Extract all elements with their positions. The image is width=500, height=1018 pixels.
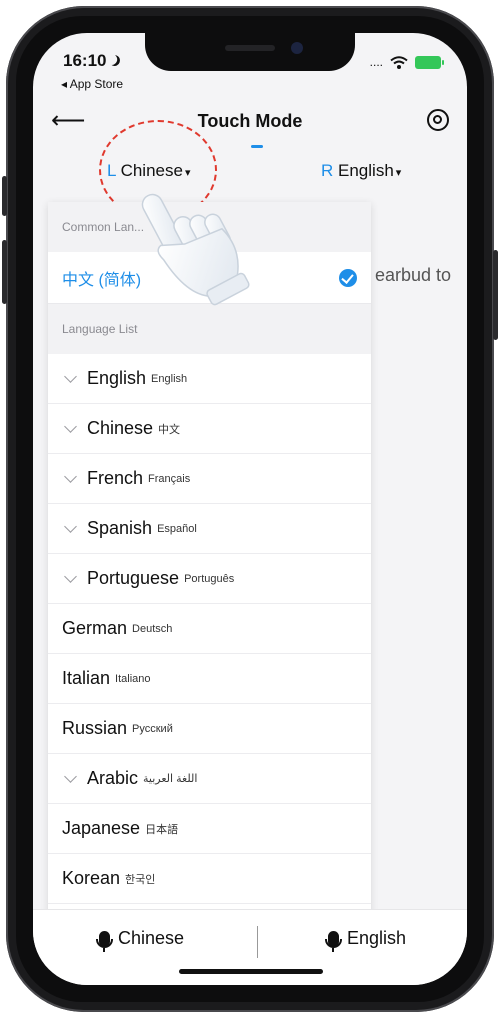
right-language-selector[interactable]: R English ▾ (321, 161, 401, 181)
language-native-name: 日本語 (145, 823, 179, 836)
language-list-item[interactable]: Russian Русский (48, 704, 371, 754)
language-name: French (87, 468, 144, 488)
language-name: Arabic (87, 768, 139, 788)
language-native-name: Français (148, 472, 191, 485)
background-instruction-text: earbud to (375, 265, 452, 285)
check-circle-icon (339, 268, 357, 287)
chevron-down-icon (64, 419, 77, 433)
language-list-item[interactable]: Japanese 日本語 (48, 804, 371, 854)
language-native-name: Italiano (115, 672, 151, 685)
language-name: Korean (62, 868, 121, 888)
screen: 16:10 ◂ App Store .... ⟵ Touch Mode L Ch… (33, 33, 467, 985)
page-indicator (251, 145, 263, 148)
language-name: German (62, 618, 128, 638)
home-indicator[interactable] (179, 969, 323, 974)
front-camera (291, 42, 303, 54)
moon-icon (108, 53, 122, 67)
language-native-name: 中文 (158, 423, 181, 436)
right-mic-button[interactable]: English (325, 928, 407, 952)
language-list-label: Language List (48, 304, 371, 354)
chevron-down-icon (64, 369, 77, 383)
language-list-item[interactable]: English English (48, 354, 371, 404)
language-list-item[interactable]: Italian Italiano (48, 654, 371, 704)
language-native-name: Español (157, 522, 197, 535)
language-native-name: اللغة العربية (143, 773, 198, 785)
side-button (2, 240, 7, 304)
microphone-icon (96, 930, 113, 952)
chevron-down-icon (64, 519, 77, 533)
microphone-icon (325, 930, 342, 952)
status-time: 16:10 (63, 51, 120, 71)
language-list-item[interactable]: French Français (48, 454, 371, 504)
language-list-item[interactable]: Arabic اللغة العربية (48, 754, 371, 804)
left-mic-button[interactable]: Chinese (96, 928, 185, 952)
notch (145, 33, 355, 71)
language-list-item[interactable]: Korean 한국인 (48, 854, 371, 904)
language-list-item[interactable]: Chinese 中文 (48, 404, 371, 454)
back-to-app-store[interactable]: ◂ App Store (61, 77, 123, 91)
language-name: Italian (62, 668, 111, 688)
pointing-hand-icon (141, 193, 250, 306)
right-language-label: English (338, 161, 394, 180)
language-name: Chinese (87, 418, 154, 438)
page-title: Touch Mode (197, 111, 303, 131)
left-mic-label: Chinese (118, 928, 185, 948)
language-dropdown[interactable]: Common Lan... 中文 (简体) Language List Engl… (48, 202, 371, 942)
right-side-letter: R (321, 161, 334, 180)
status-indicators: .... (369, 55, 444, 69)
language-native-name: 한국인 (125, 873, 156, 886)
settings-icon[interactable] (427, 109, 449, 131)
side-button (2, 176, 7, 216)
language-name: Japanese (62, 818, 141, 838)
language-list: English English Chinese 中文 French Français Spa… (48, 354, 371, 942)
language-name: English (87, 368, 147, 388)
language-native-name: Русский (132, 722, 173, 735)
wifi-icon (390, 55, 408, 69)
battery-charging-icon (415, 55, 444, 69)
chevron-down-icon (64, 569, 77, 583)
language-name: Portuguese (87, 568, 180, 588)
language-native-name: Português (184, 572, 235, 585)
speaker-grille (225, 45, 275, 51)
language-name: Spanish (87, 518, 153, 538)
language-name: Russian (62, 718, 128, 738)
language-native-name: English (151, 372, 188, 385)
side-button (493, 250, 498, 340)
chevron-down-icon (64, 769, 77, 783)
caret-down-icon: ▾ (395, 167, 402, 179)
language-list-item[interactable]: German Deutsch (48, 604, 371, 654)
language-list-item[interactable]: Spanish Español (48, 504, 371, 554)
chevron-down-icon (64, 469, 77, 483)
right-mic-label: English (347, 928, 407, 948)
divider (257, 926, 258, 958)
language-native-name: Deutsch (132, 622, 173, 635)
language-list-item[interactable]: Portuguese Português (48, 554, 371, 604)
signal-dots: .... (369, 55, 383, 69)
